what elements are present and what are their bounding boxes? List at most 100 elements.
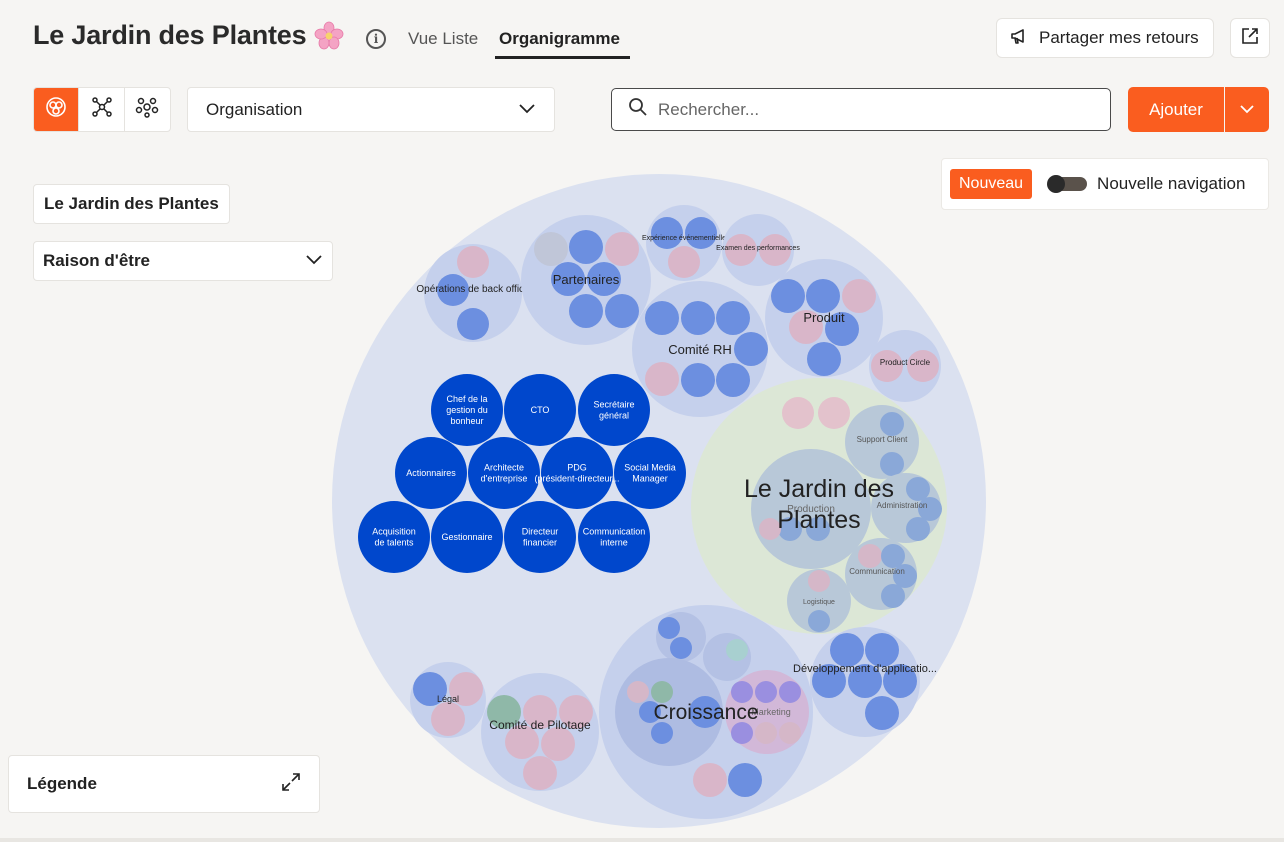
role-node[interactable] [569, 294, 603, 328]
role-node[interactable] [651, 722, 673, 744]
tab-active-underline [495, 56, 630, 59]
role-node[interactable] [779, 722, 801, 744]
search-input[interactable] [658, 99, 1078, 120]
view-circles-button[interactable] [34, 88, 80, 131]
role-label: Directeur financier [522, 527, 559, 548]
organisation-select[interactable]: Organisation [187, 87, 555, 132]
role-node[interactable] [658, 617, 680, 639]
role-node[interactable] [605, 294, 639, 328]
role-node[interactable] [731, 681, 753, 703]
role-node[interactable] [668, 246, 700, 278]
role-node[interactable] [651, 681, 673, 703]
role-label: CTO [531, 405, 550, 415]
circle-label: Examen des performances [716, 245, 800, 252]
role-node[interactable] [728, 763, 762, 797]
role-node[interactable] [807, 342, 841, 376]
role-node[interactable] [693, 763, 727, 797]
role-node[interactable] [681, 301, 715, 335]
share-feedback-button[interactable]: Partager mes retours [996, 18, 1214, 58]
search-icon [628, 97, 648, 122]
role-label: Acquisition de talents [372, 527, 416, 548]
role-label: Architecte d'entreprise [481, 463, 528, 484]
role-node[interactable] [880, 412, 904, 436]
external-link-icon [1240, 26, 1260, 51]
role-node[interactable] [716, 301, 750, 335]
role-node[interactable] [818, 397, 850, 429]
role-node[interactable] [808, 570, 830, 592]
role-node[interactable] [645, 362, 679, 396]
circle-label: Logistique [803, 599, 835, 606]
expand-icon[interactable] [281, 772, 301, 797]
role-node[interactable] [670, 637, 692, 659]
circle-label: Communication [849, 567, 905, 576]
circles-icon [45, 96, 67, 123]
role-node[interactable] [605, 232, 639, 266]
circle-label: Développement d'applicatio... [793, 663, 937, 675]
role-node[interactable] [651, 217, 683, 249]
role-node[interactable] [865, 633, 899, 667]
role-node[interactable] [681, 363, 715, 397]
role-node[interactable] [534, 232, 568, 266]
role-node[interactable] [806, 279, 840, 313]
role-node[interactable] [685, 217, 717, 249]
flower-icon [314, 21, 344, 51]
role-node[interactable] [865, 696, 899, 730]
role-node[interactable] [881, 544, 905, 568]
view-mode-toggle [33, 87, 171, 132]
info-icon[interactable]: i [366, 29, 386, 49]
role-node[interactable] [541, 727, 575, 761]
purpose-dropdown[interactable]: Raison d'être [33, 241, 333, 281]
role-node[interactable] [569, 230, 603, 264]
breadcrumb[interactable]: Le Jardin des Plantes [33, 184, 230, 224]
chevron-down-icon [1239, 101, 1255, 119]
role-node[interactable] [716, 363, 750, 397]
role-label: Chef de la gestion du bonheur [446, 394, 488, 426]
circle-label: Légal [437, 694, 459, 704]
role-node[interactable] [734, 332, 768, 366]
role-node[interactable] [880, 452, 904, 476]
purpose-label: Raison d'être [43, 251, 151, 270]
role-node[interactable] [830, 633, 864, 667]
add-button[interactable]: Ajouter [1128, 87, 1224, 132]
legend-panel[interactable]: Légende [8, 755, 320, 813]
circle-label: Partenaires [553, 272, 620, 287]
role-node[interactable] [858, 544, 882, 568]
chevron-down-icon [305, 251, 323, 271]
role-node[interactable] [906, 517, 930, 541]
view-tree-button[interactable] [79, 88, 125, 131]
page-title: Le Jardin des Plantes [33, 20, 344, 51]
role-node[interactable] [457, 246, 489, 278]
role-node[interactable] [782, 397, 814, 429]
role-node[interactable] [906, 477, 930, 501]
bottom-divider [0, 838, 1284, 842]
role-node[interactable] [731, 722, 753, 744]
tab-org-chart[interactable]: Organigramme [499, 29, 620, 49]
view-cluster-button[interactable] [125, 88, 170, 131]
role-node[interactable] [779, 681, 801, 703]
circle-label: Expérience événementielle [642, 235, 726, 242]
role-node[interactable] [645, 301, 679, 335]
circle-label: Support Client [857, 435, 908, 444]
role-node[interactable] [457, 308, 489, 340]
role-node[interactable] [808, 610, 830, 632]
role-node[interactable] [881, 584, 905, 608]
legend-label: Légende [27, 774, 97, 793]
tab-list-view[interactable]: Vue Liste [408, 29, 478, 49]
open-external-button[interactable] [1230, 18, 1270, 58]
role-node[interactable] [431, 702, 465, 736]
role-node[interactable] [627, 681, 649, 703]
role-node[interactable] [771, 279, 805, 313]
role-node[interactable] [726, 639, 748, 661]
circle-label: Produit [803, 310, 845, 325]
role-node[interactable] [842, 279, 876, 313]
circle-label: Comité de Pilotage [489, 718, 591, 732]
cluster-icon [135, 96, 159, 123]
role-node[interactable] [755, 722, 777, 744]
role-node[interactable] [755, 681, 777, 703]
megaphone-icon [1009, 26, 1029, 51]
new-navigation-switch[interactable] [1047, 175, 1088, 193]
role-label: Gestionnaire [441, 532, 492, 542]
new-badge: Nouveau [950, 169, 1033, 199]
role-node[interactable] [523, 756, 557, 790]
add-options-button[interactable] [1225, 87, 1269, 132]
